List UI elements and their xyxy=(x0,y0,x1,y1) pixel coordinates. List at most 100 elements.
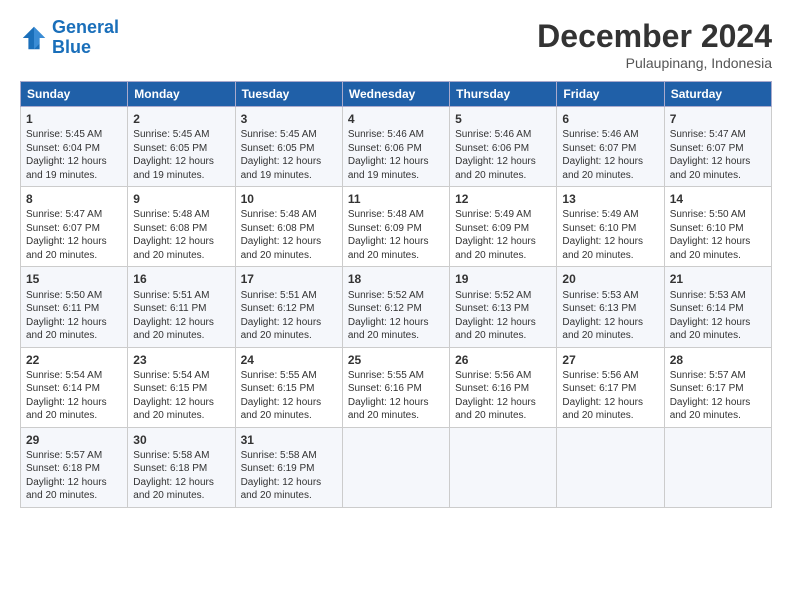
day-info-line: Daylight: 12 hours xyxy=(562,155,658,169)
day-info-line: Sunset: 6:05 PM xyxy=(133,142,229,156)
day-number: 6 xyxy=(562,111,658,127)
day-info-line: Sunrise: 5:56 AM xyxy=(455,369,551,383)
day-info-line: Sunset: 6:16 PM xyxy=(348,382,444,396)
day-info-line: Daylight: 12 hours xyxy=(26,476,122,490)
day-number: 24 xyxy=(241,352,337,368)
day-info-line: Sunrise: 5:57 AM xyxy=(670,369,766,383)
header-row: SundayMondayTuesdayWednesdayThursdayFrid… xyxy=(21,82,772,107)
day-number: 23 xyxy=(133,352,229,368)
calendar-cell: 17Sunrise: 5:51 AMSunset: 6:12 PMDayligh… xyxy=(235,267,342,347)
calendar-cell: 2Sunrise: 5:45 AMSunset: 6:05 PMDaylight… xyxy=(128,107,235,187)
day-number: 3 xyxy=(241,111,337,127)
day-info-line: Daylight: 12 hours xyxy=(241,396,337,410)
day-info-line: Sunset: 6:11 PM xyxy=(26,302,122,316)
calendar-cell: 21Sunrise: 5:53 AMSunset: 6:14 PMDayligh… xyxy=(664,267,771,347)
day-info-line: Sunset: 6:05 PM xyxy=(241,142,337,156)
day-info-line: Sunset: 6:07 PM xyxy=(26,222,122,236)
day-number: 30 xyxy=(133,432,229,448)
day-info-line: and 19 minutes. xyxy=(241,169,337,183)
day-number: 11 xyxy=(348,191,444,207)
day-number: 2 xyxy=(133,111,229,127)
col-header-wednesday: Wednesday xyxy=(342,82,449,107)
day-info-line: and 20 minutes. xyxy=(670,249,766,263)
day-number: 20 xyxy=(562,271,658,287)
sub-title: Pulaupinang, Indonesia xyxy=(537,55,772,71)
day-info-line: and 19 minutes. xyxy=(348,169,444,183)
calendar-cell: 30Sunrise: 5:58 AMSunset: 6:18 PMDayligh… xyxy=(128,427,235,507)
day-info-line: Sunset: 6:12 PM xyxy=(348,302,444,316)
day-info-line: and 20 minutes. xyxy=(241,409,337,423)
day-info-line: Daylight: 12 hours xyxy=(133,155,229,169)
day-info-line: and 20 minutes. xyxy=(562,409,658,423)
day-info-line: Sunset: 6:15 PM xyxy=(241,382,337,396)
day-info-line: and 20 minutes. xyxy=(241,249,337,263)
day-info-line: Sunset: 6:12 PM xyxy=(241,302,337,316)
day-info-line: and 20 minutes. xyxy=(241,489,337,503)
day-info-line: and 20 minutes. xyxy=(133,249,229,263)
day-info-line: Daylight: 12 hours xyxy=(133,476,229,490)
day-info-line: Daylight: 12 hours xyxy=(133,235,229,249)
day-info-line: and 20 minutes. xyxy=(562,169,658,183)
day-info-line: Sunrise: 5:58 AM xyxy=(241,449,337,463)
day-info-line: Sunrise: 5:53 AM xyxy=(670,289,766,303)
day-info-line: and 20 minutes. xyxy=(26,489,122,503)
day-info-line: Sunset: 6:14 PM xyxy=(26,382,122,396)
day-info-line: and 20 minutes. xyxy=(133,409,229,423)
day-info-line: and 20 minutes. xyxy=(670,409,766,423)
calendar-cell: 3Sunrise: 5:45 AMSunset: 6:05 PMDaylight… xyxy=(235,107,342,187)
day-info-line: and 20 minutes. xyxy=(455,169,551,183)
page: General Blue December 2024 Pulaupinang, … xyxy=(0,0,792,518)
day-number: 15 xyxy=(26,271,122,287)
day-info-line: and 20 minutes. xyxy=(670,329,766,343)
day-info-line: Daylight: 12 hours xyxy=(455,316,551,330)
col-header-thursday: Thursday xyxy=(450,82,557,107)
title-block: December 2024 Pulaupinang, Indonesia xyxy=(537,18,772,71)
calendar-cell: 4Sunrise: 5:46 AMSunset: 6:06 PMDaylight… xyxy=(342,107,449,187)
day-info-line: Daylight: 12 hours xyxy=(455,396,551,410)
day-number: 8 xyxy=(26,191,122,207)
day-info-line: Daylight: 12 hours xyxy=(562,396,658,410)
day-number: 28 xyxy=(670,352,766,368)
day-info-line: Sunrise: 5:57 AM xyxy=(26,449,122,463)
day-number: 31 xyxy=(241,432,337,448)
day-info-line: Daylight: 12 hours xyxy=(241,316,337,330)
day-info-line: Sunset: 6:18 PM xyxy=(26,462,122,476)
logo-text: General Blue xyxy=(52,18,119,58)
week-row-4: 22Sunrise: 5:54 AMSunset: 6:14 PMDayligh… xyxy=(21,347,772,427)
calendar-cell: 31Sunrise: 5:58 AMSunset: 6:19 PMDayligh… xyxy=(235,427,342,507)
day-info-line: Daylight: 12 hours xyxy=(241,476,337,490)
day-info-line: and 19 minutes. xyxy=(26,169,122,183)
day-info-line: Sunset: 6:07 PM xyxy=(670,142,766,156)
day-info-line: Sunset: 6:19 PM xyxy=(241,462,337,476)
day-info-line: Sunrise: 5:46 AM xyxy=(348,128,444,142)
day-info-line: Sunset: 6:17 PM xyxy=(670,382,766,396)
col-header-friday: Friday xyxy=(557,82,664,107)
calendar-cell: 5Sunrise: 5:46 AMSunset: 6:06 PMDaylight… xyxy=(450,107,557,187)
day-info-line: Sunrise: 5:47 AM xyxy=(670,128,766,142)
day-info-line: Sunset: 6:07 PM xyxy=(562,142,658,156)
day-info-line: Daylight: 12 hours xyxy=(241,235,337,249)
calendar-cell: 14Sunrise: 5:50 AMSunset: 6:10 PMDayligh… xyxy=(664,187,771,267)
day-info-line: Sunset: 6:06 PM xyxy=(455,142,551,156)
col-header-saturday: Saturday xyxy=(664,82,771,107)
calendar-cell: 15Sunrise: 5:50 AMSunset: 6:11 PMDayligh… xyxy=(21,267,128,347)
day-info-line: Daylight: 12 hours xyxy=(455,235,551,249)
day-number: 12 xyxy=(455,191,551,207)
calendar-cell: 12Sunrise: 5:49 AMSunset: 6:09 PMDayligh… xyxy=(450,187,557,267)
week-row-2: 8Sunrise: 5:47 AMSunset: 6:07 PMDaylight… xyxy=(21,187,772,267)
day-info-line: Sunrise: 5:45 AM xyxy=(133,128,229,142)
day-info-line: Sunrise: 5:55 AM xyxy=(348,369,444,383)
day-info-line: Daylight: 12 hours xyxy=(562,316,658,330)
day-info-line: Sunrise: 5:46 AM xyxy=(562,128,658,142)
day-info-line: Sunset: 6:11 PM xyxy=(133,302,229,316)
calendar-cell: 10Sunrise: 5:48 AMSunset: 6:08 PMDayligh… xyxy=(235,187,342,267)
day-info-line: Sunset: 6:09 PM xyxy=(455,222,551,236)
calendar-cell: 22Sunrise: 5:54 AMSunset: 6:14 PMDayligh… xyxy=(21,347,128,427)
day-info-line: Sunrise: 5:54 AM xyxy=(26,369,122,383)
day-info-line: Sunrise: 5:51 AM xyxy=(133,289,229,303)
calendar-cell: 25Sunrise: 5:55 AMSunset: 6:16 PMDayligh… xyxy=(342,347,449,427)
calendar-cell: 11Sunrise: 5:48 AMSunset: 6:09 PMDayligh… xyxy=(342,187,449,267)
day-info-line: Sunrise: 5:50 AM xyxy=(670,208,766,222)
day-number: 19 xyxy=(455,271,551,287)
col-header-tuesday: Tuesday xyxy=(235,82,342,107)
